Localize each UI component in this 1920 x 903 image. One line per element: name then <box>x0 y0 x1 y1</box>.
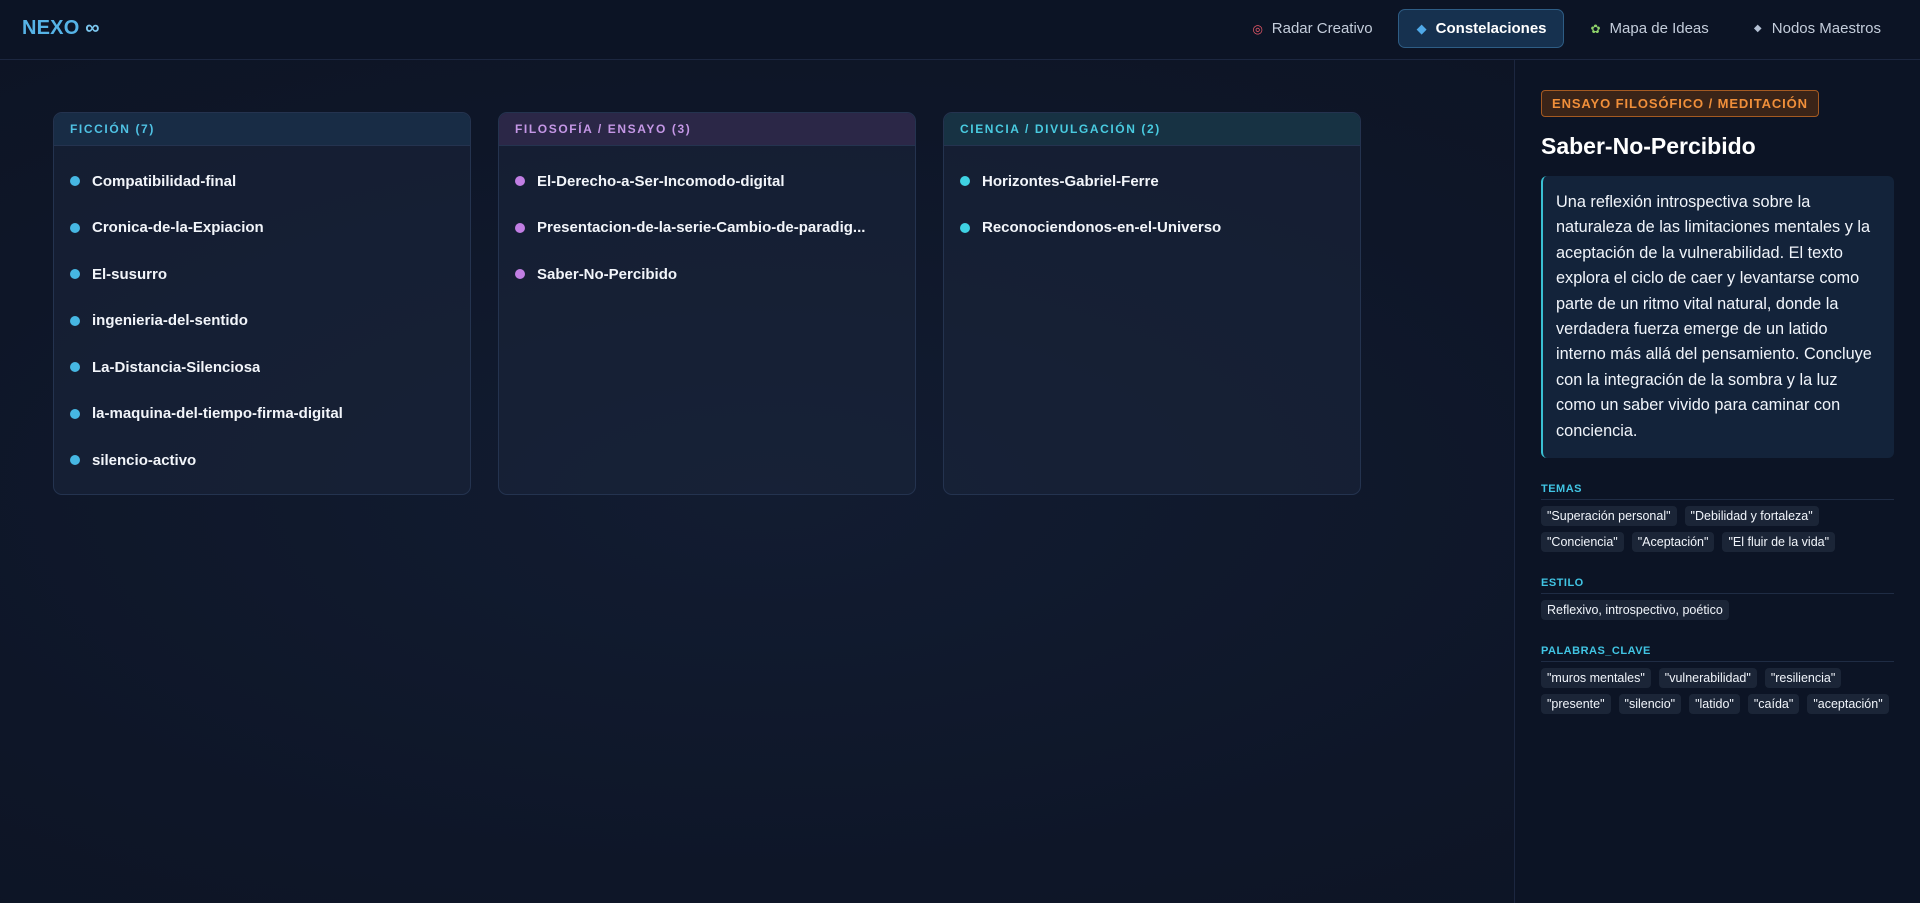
tag-chip: "presente" <box>1541 694 1611 715</box>
app-root: NEXO ∞ ◎ Radar Creativo ◆ Constelaciones… <box>0 0 1920 903</box>
small-diamond-icon: ◆ <box>1753 23 1762 34</box>
list-item[interactable]: La-Distancia-Silenciosa <box>70 344 454 391</box>
column-header: FILOSOFÍA / ENSAYO (3) <box>499 113 915 146</box>
tab-label: Nodos Maestros <box>1771 20 1881 37</box>
bullet-dot-icon <box>960 176 970 187</box>
detail-panel: ENSAYO FILOSÓFICO / MEDITACIÓN Saber-No-… <box>1514 60 1920 903</box>
top-bar: NEXO ∞ ◎ Radar Creativo ◆ Constelaciones… <box>0 0 1920 60</box>
list-item[interactable]: silencio-activo <box>70 437 454 484</box>
item-label: El-Derecho-a-Ser-Incomodo-digital <box>537 172 785 190</box>
tab-nodos-maestros[interactable]: ◆ Nodos Maestros <box>1734 9 1898 48</box>
section-label: TEMAS <box>1541 483 1894 501</box>
item-label: La-Distancia-Silenciosa <box>92 358 261 376</box>
tab-label: Constelaciones <box>1435 20 1547 37</box>
tab-mapa-de-ideas[interactable]: ✿ Mapa de Ideas <box>1572 9 1726 48</box>
bullet-dot-icon <box>70 269 80 280</box>
list-item[interactable]: El-susurro <box>70 251 454 298</box>
item-label: Presentacion-de-la-serie-Cambio-de-parad… <box>537 219 866 237</box>
tag-chip: "aceptación" <box>1807 694 1889 715</box>
item-label: ingenieria-del-sentido <box>92 312 248 330</box>
tab-constelaciones[interactable]: ◆ Constelaciones <box>1397 9 1564 48</box>
list-item[interactable]: la-maquina-del-tiempo-firma-digital <box>70 391 454 438</box>
chip-list: Reflexivo, introspectivo, poético <box>1541 600 1894 621</box>
tag-chip: "El fluir de la vida" <box>1722 532 1836 553</box>
infinity-icon: ∞ <box>85 17 100 39</box>
column-list: El-Derecho-a-Ser-Incomodo-digital Presen… <box>499 146 915 308</box>
bullet-dot-icon <box>515 176 525 187</box>
section-temas: TEMAS "Superación personal" "Debilidad y… <box>1541 483 1894 553</box>
bullet-dot-icon <box>515 269 525 280</box>
item-label: Cronica-de-la-Expiacion <box>92 219 264 237</box>
tag-chip: Reflexivo, introspectivo, poético <box>1541 600 1729 621</box>
list-item[interactable]: El-Derecho-a-Ser-Incomodo-digital <box>515 158 899 205</box>
bullet-dot-icon <box>70 315 80 326</box>
item-label: Horizontes-Gabriel-Ferre <box>982 172 1159 190</box>
column-list: Compatibilidad-final Cronica-de-la-Expia… <box>54 146 470 494</box>
tag-chip: "silencio" <box>1618 694 1682 715</box>
tag-chip: "caída" <box>1747 694 1800 715</box>
tag-chip: "Superación personal" <box>1541 506 1677 527</box>
constellation-board: FICCIÓN (7) Compatibilidad-final Cronica… <box>53 112 1361 495</box>
item-label: Saber-No-Percibido <box>537 265 678 283</box>
column-filosofia: FILOSOFÍA / ENSAYO (3) El-Derecho-a-Ser-… <box>498 112 916 495</box>
item-label: El-susurro <box>92 265 168 283</box>
target-icon: ◎ <box>1252 21 1263 36</box>
list-item[interactable]: ingenieria-del-sentido <box>70 298 454 345</box>
tab-radar-creativo[interactable]: ◎ Radar Creativo <box>1234 9 1390 48</box>
tag-chip: "latido" <box>1689 694 1740 715</box>
tag-chip: "Aceptación" <box>1631 532 1715 553</box>
tab-label: Mapa de Ideas <box>1609 20 1709 37</box>
bullet-dot-icon <box>70 222 80 233</box>
list-item[interactable]: Horizontes-Gabriel-Ferre <box>960 158 1344 205</box>
main-nav: ◎ Radar Creativo ◆ Constelaciones ✿ Mapa… <box>1234 9 1898 48</box>
section-palabras-clave: PALABRAS_CLAVE "muros mentales" "vulnera… <box>1541 645 1894 715</box>
bullet-dot-icon <box>70 408 80 419</box>
tab-label: Radar Creativo <box>1271 20 1373 37</box>
chip-list: "muros mentales" "vulnerabilidad" "resil… <box>1541 668 1894 715</box>
chip-list: "Superación personal" "Debilidad y forta… <box>1541 506 1894 553</box>
sprout-icon: ✿ <box>1590 21 1601 36</box>
list-item[interactable]: Cronica-de-la-Expiacion <box>70 205 454 252</box>
column-ficcion: FICCIÓN (7) Compatibilidad-final Cronica… <box>53 112 471 495</box>
tag-chip: "vulnerabilidad" <box>1658 668 1757 689</box>
genre-badge: ENSAYO FILOSÓFICO / MEDITACIÓN <box>1541 90 1819 117</box>
list-item[interactable]: Reconociendonos-en-el-Universo <box>960 205 1344 252</box>
bullet-dot-icon <box>515 222 525 233</box>
item-label: Reconociendonos-en-el-Universo <box>982 219 1222 237</box>
tag-chip: "Debilidad y fortaleza" <box>1684 506 1819 527</box>
section-label: ESTILO <box>1541 577 1894 595</box>
item-label: Compatibilidad-final <box>92 172 237 190</box>
list-item[interactable]: Compatibilidad-final <box>70 158 454 205</box>
section-label: PALABRAS_CLAVE <box>1541 645 1894 663</box>
tag-chip: "Conciencia" <box>1541 532 1624 553</box>
column-header: FICCIÓN (7) <box>54 113 470 146</box>
tag-chip: "resiliencia" <box>1764 668 1842 689</box>
bullet-dot-icon <box>70 176 80 187</box>
section-estilo: ESTILO Reflexivo, introspectivo, poético <box>1541 577 1894 621</box>
brand-logo[interactable]: NEXO ∞ <box>22 17 100 40</box>
list-item[interactable]: Presentacion-de-la-serie-Cambio-de-parad… <box>515 205 899 252</box>
bullet-dot-icon <box>70 362 80 373</box>
list-item[interactable]: Saber-No-Percibido <box>515 251 899 298</box>
tag-chip: "muros mentales" <box>1541 668 1651 689</box>
column-list: Horizontes-Gabriel-Ferre Reconociendonos… <box>944 146 1360 261</box>
item-label: la-maquina-del-tiempo-firma-digital <box>92 405 343 423</box>
detail-title: Saber-No-Percibido <box>1541 133 1756 159</box>
item-label: silencio-activo <box>92 451 197 469</box>
bullet-dot-icon <box>70 455 80 466</box>
diamond-icon: ◆ <box>1416 20 1427 36</box>
summary-block: Una reflexión introspectiva sobre la nat… <box>1541 176 1894 459</box>
column-header: CIENCIA / DIVULGACIÓN (2) <box>944 113 1360 146</box>
column-ciencia: CIENCIA / DIVULGACIÓN (2) Horizontes-Gab… <box>943 112 1361 495</box>
brand-name: NEXO <box>22 17 80 39</box>
bullet-dot-icon <box>960 222 970 233</box>
